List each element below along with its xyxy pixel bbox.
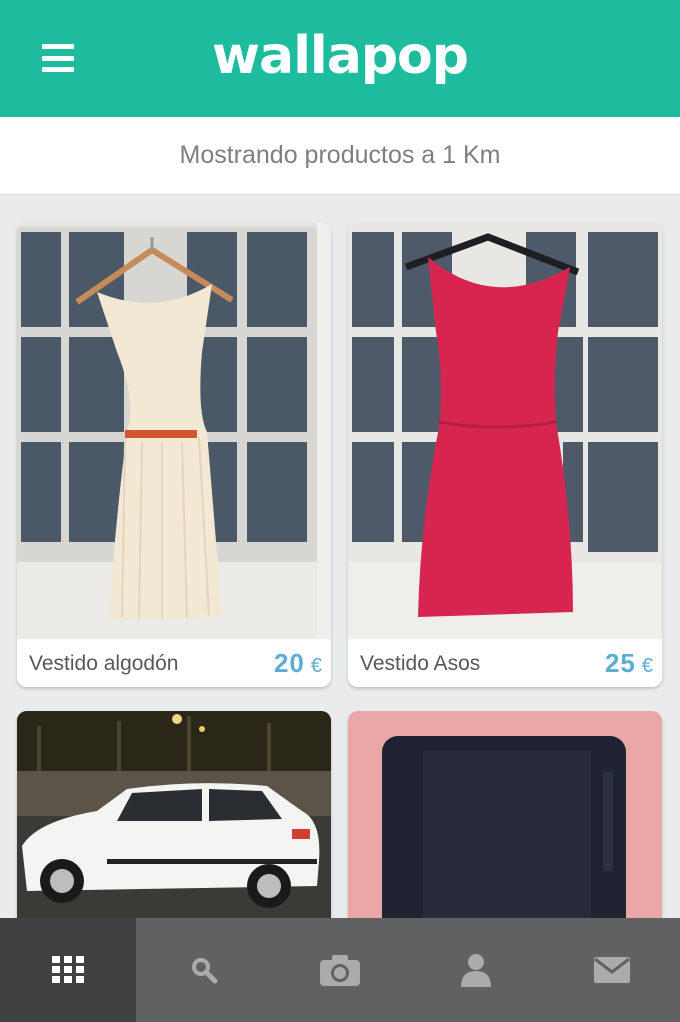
grid-icon [52, 956, 84, 983]
product-photo [17, 222, 331, 639]
product-price: 20 € [274, 648, 323, 679]
price-currency: € [641, 655, 654, 677]
app-header: wallapop [0, 0, 680, 117]
product-title: Vestido algodón [29, 652, 179, 675]
search-icon [192, 958, 218, 984]
bottom-tab-bar [0, 918, 680, 1022]
product-photo [348, 711, 662, 941]
tab-profile[interactable] [408, 918, 544, 1022]
product-photo [17, 711, 331, 941]
price-currency: € [310, 655, 323, 677]
product-card[interactable] [348, 711, 662, 941]
tab-grid[interactable] [0, 918, 136, 1022]
price-value: 25 [604, 648, 636, 678]
product-caption: Vestido Asos 25 € [348, 639, 662, 687]
product-photo [348, 222, 662, 639]
tab-search[interactable] [136, 918, 272, 1022]
tab-camera[interactable] [272, 918, 408, 1022]
product-title: Vestido Asos [360, 652, 481, 675]
product-card[interactable]: Vestido Asos 25 € [348, 222, 662, 687]
product-card[interactable]: Vestido algodón 20 € [17, 222, 331, 687]
user-icon [461, 954, 491, 987]
product-caption: Vestido algodón 20 € [17, 639, 331, 687]
app-logo: wallapop [211, 26, 469, 86]
product-card[interactable] [17, 711, 331, 941]
location-bar[interactable]: Mostrando productos a 1 Km [0, 117, 680, 195]
product-price: 25 € [605, 648, 654, 679]
mail-icon [594, 957, 630, 983]
camera-icon [320, 955, 360, 986]
price-value: 20 [273, 648, 305, 678]
tab-messages[interactable] [544, 918, 680, 1022]
location-text: Mostrando productos a 1 Km [179, 141, 501, 169]
